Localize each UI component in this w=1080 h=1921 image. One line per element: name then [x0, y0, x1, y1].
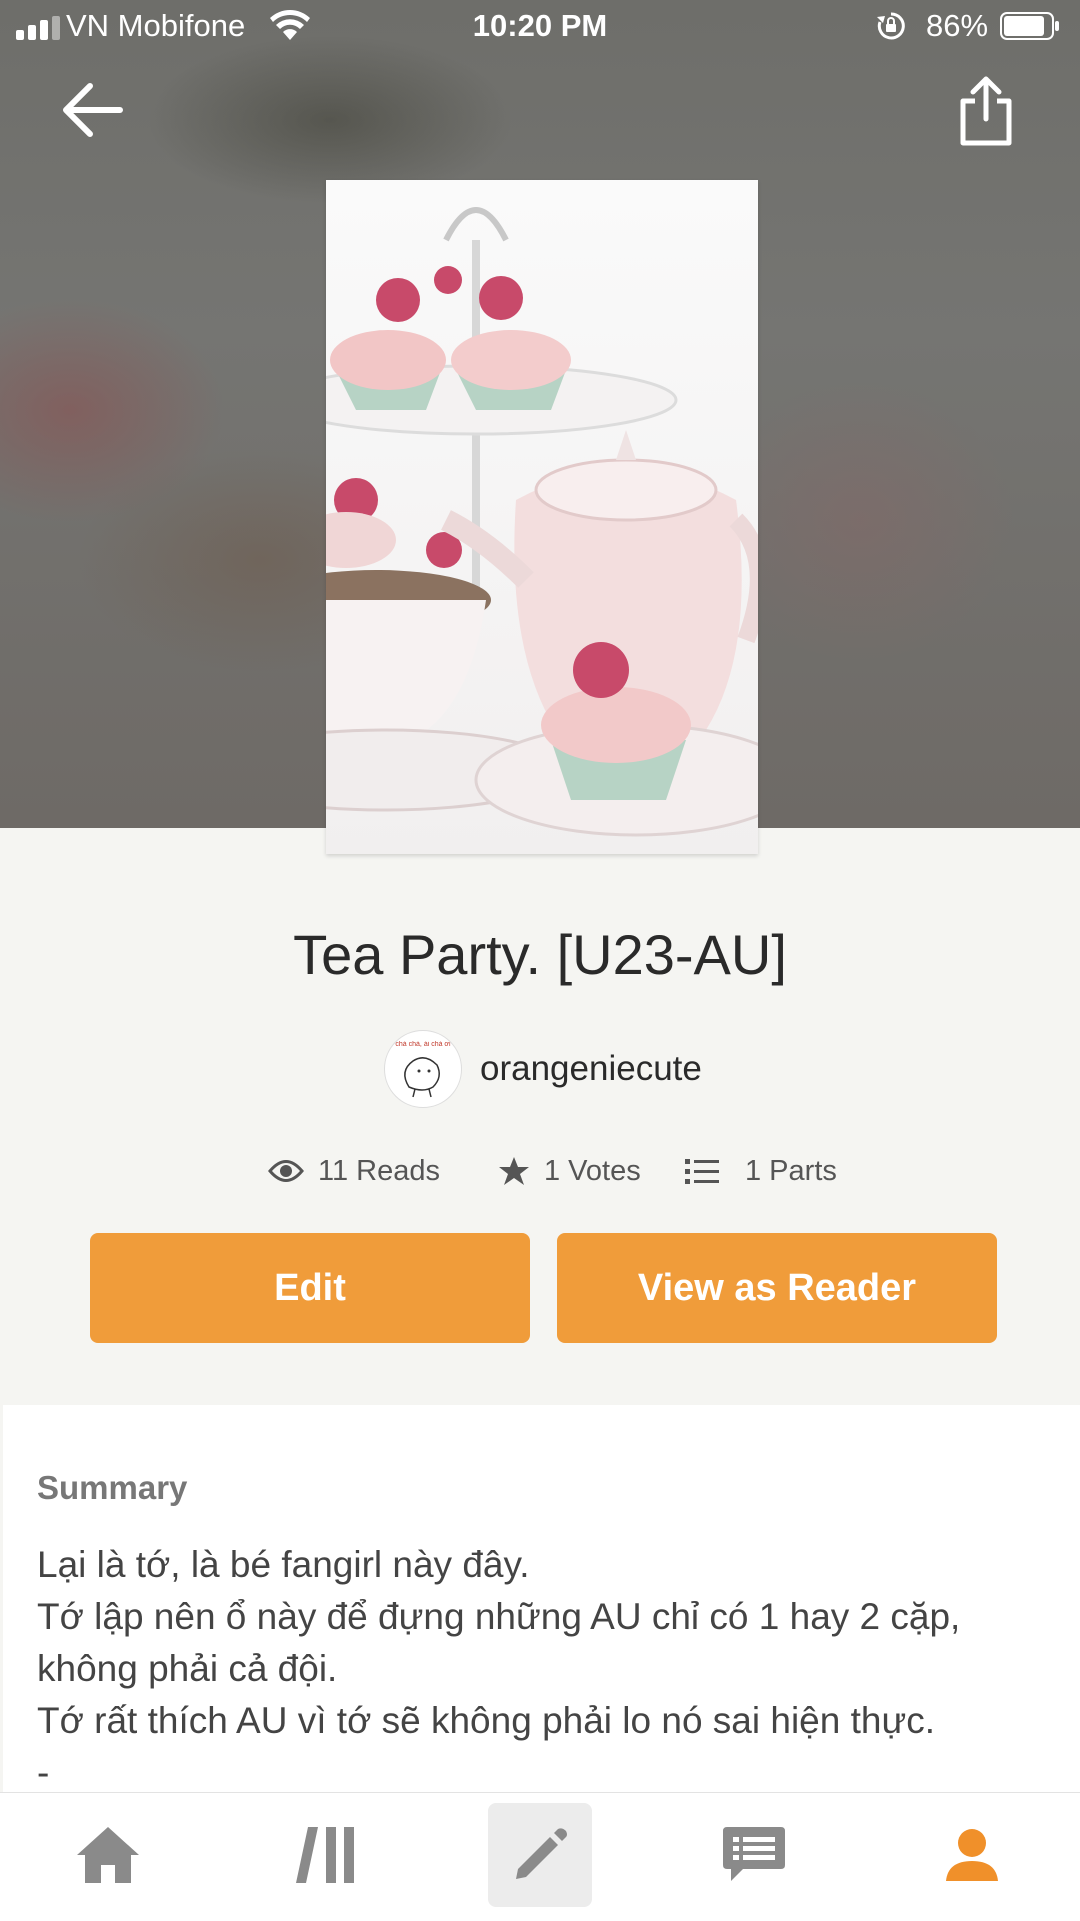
- votes-stat: 1 Votes: [498, 1148, 641, 1194]
- eye-icon: [268, 1160, 304, 1182]
- avatar-caption: chà chà, ái chà ơi: [395, 1041, 451, 1048]
- list-icon: [685, 1159, 719, 1184]
- status-time: 10:20 PM: [472, 8, 608, 43]
- story-title: Tea Party. [U23-AU]: [293, 923, 787, 986]
- cover-illustration: [326, 207, 758, 837]
- author-avatar[interactable]: chà chà, ái chà ơi: [384, 1030, 462, 1108]
- bottom-tab-bar: [0, 1792, 1080, 1921]
- view-as-reader-button[interactable]: View as Reader: [557, 1233, 997, 1343]
- story-cover-image[interactable]: [326, 180, 758, 854]
- status-bar: VN Mobifone 10:20 PM 86%: [0, 0, 1080, 56]
- summary-line: Tớ rất thích AU vì tớ sẽ không phải lo n…: [37, 1700, 936, 1741]
- edit-button[interactable]: Edit: [90, 1233, 530, 1343]
- summary-heading: Summary: [37, 1469, 188, 1506]
- share-icon[interactable]: [955, 75, 1017, 147]
- summary-text: Lại là tớ, là bé fangirl này đây. Tớ lập…: [37, 1539, 1057, 1799]
- back-arrow-icon[interactable]: [58, 78, 128, 142]
- summary-line: Lại là tớ, là bé fangirl này đây.: [37, 1544, 530, 1585]
- reads-count: 11 Reads: [318, 1154, 440, 1187]
- star-icon: [499, 1157, 529, 1185]
- tab-write[interactable]: [488, 1803, 592, 1907]
- author-name[interactable]: orangeniecute: [480, 1049, 702, 1089]
- author-row[interactable]: chà chà, ái chà ơi orangeniecute: [384, 1029, 702, 1109]
- tab-home[interactable]: [56, 1803, 160, 1907]
- rotation-lock-icon: [877, 12, 905, 40]
- parts-count: 1 Parts: [745, 1154, 837, 1187]
- votes-count: 1 Votes: [544, 1154, 641, 1187]
- pencil-icon: [516, 1828, 567, 1879]
- battery-percent: 86%: [926, 8, 989, 43]
- reads-stat: 11 Reads: [268, 1148, 440, 1194]
- story-stats: 11 Reads 1 Votes 1 Parts: [0, 1148, 1080, 1194]
- tab-profile[interactable]: [920, 1803, 1024, 1907]
- home-icon: [77, 1827, 139, 1883]
- messages-icon: [723, 1827, 785, 1881]
- summary-line: không phải cả đội.: [37, 1648, 338, 1689]
- battery-icon: [1000, 12, 1059, 40]
- summary-line: Tớ lập nên ổ này để đựng những AU chỉ có…: [37, 1596, 961, 1637]
- tab-library[interactable]: [274, 1803, 378, 1907]
- profile-icon: [946, 1829, 998, 1881]
- library-icon: [296, 1827, 354, 1883]
- tab-messages[interactable]: [702, 1803, 806, 1907]
- parts-stat: 1 Parts: [685, 1148, 837, 1194]
- summary-card: Summary Lại là tớ, là bé fangirl này đây…: [3, 1405, 1080, 1793]
